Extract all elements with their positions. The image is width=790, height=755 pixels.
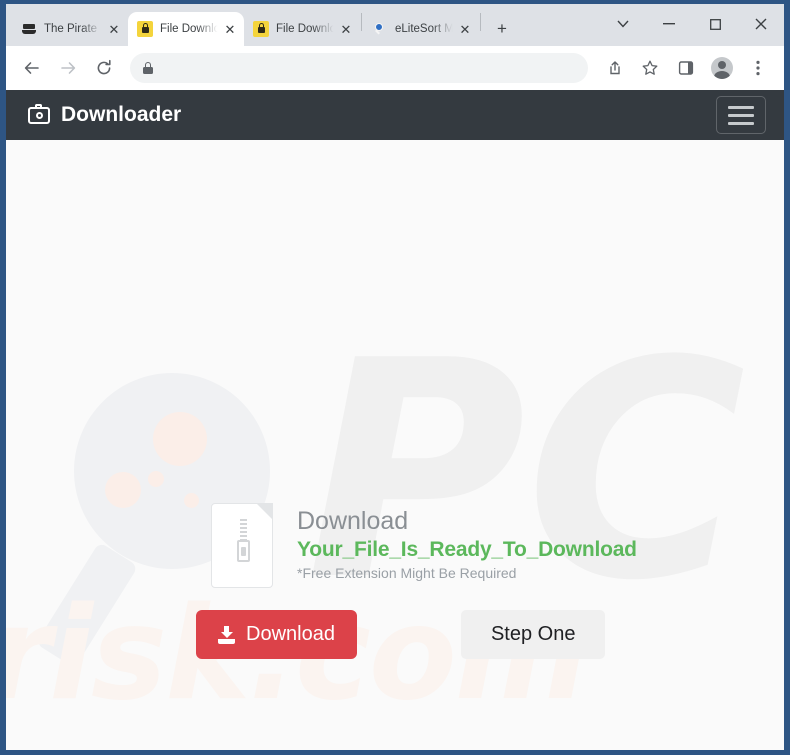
download-card-text: Download Your_File_Is_Ready_To_Download … xyxy=(297,507,637,584)
site-navbar: Downloader xyxy=(6,90,784,140)
site-brand[interactable]: Downloader xyxy=(28,103,181,127)
new-tab-button[interactable]: + xyxy=(488,15,516,43)
tab-close-icon[interactable]: ✕ xyxy=(457,21,473,37)
tab-the-pirate[interactable]: The Pirate ✕ xyxy=(12,12,128,46)
download-heading: Download xyxy=(297,507,409,536)
browser-window: The Pirate ✕ File Downlo ✕ File Downlo ✕… xyxy=(0,0,790,755)
tab-close-icon[interactable]: ✕ xyxy=(222,21,238,37)
watermark-magnifier-handle xyxy=(35,541,139,669)
tab-search-icon[interactable] xyxy=(600,7,646,41)
address-bar[interactable] xyxy=(130,53,588,83)
reload-icon[interactable] xyxy=(89,53,119,83)
tab-divider xyxy=(480,13,481,31)
zip-file-icon xyxy=(211,503,273,588)
download-card: Download Your_File_Is_Ready_To_Download … xyxy=(211,503,637,588)
navbar-toggler-button[interactable] xyxy=(716,96,766,134)
share-icon[interactable] xyxy=(599,53,629,83)
download-note: *Free Extension Might Be Required xyxy=(297,565,517,582)
bookmark-star-icon[interactable] xyxy=(635,53,665,83)
pirate-ship-icon xyxy=(21,21,37,37)
tab-title: File Downlo xyxy=(276,23,336,35)
action-buttons: Download Step One xyxy=(196,610,676,659)
download-filename: Your_File_Is_Ready_To_Download xyxy=(297,537,637,561)
watermark-dot xyxy=(148,471,164,487)
forward-icon[interactable] xyxy=(53,53,83,83)
window-controls xyxy=(600,4,784,44)
watermark-dot xyxy=(153,412,207,466)
hamburger-bar xyxy=(728,113,754,117)
watermark-dot xyxy=(184,493,199,508)
download-button[interactable]: Download xyxy=(196,610,357,659)
hamburger-bar xyxy=(728,121,754,125)
tab-title: File Downlo xyxy=(160,23,220,35)
hamburger-bar xyxy=(728,105,754,109)
tab-close-icon[interactable]: ✕ xyxy=(106,21,122,37)
lock-icon xyxy=(253,21,269,37)
download-arrow-icon xyxy=(218,625,235,644)
lock-icon xyxy=(137,21,153,37)
browser-toolbar xyxy=(6,46,784,90)
close-icon[interactable] xyxy=(738,7,784,41)
step-one-button[interactable]: Step One xyxy=(460,610,606,659)
tab-elitesort[interactable]: eLiteSort M ✕ xyxy=(363,12,479,46)
tab-file-download-2[interactable]: File Downlo ✕ xyxy=(244,12,360,46)
tab-divider xyxy=(361,13,362,31)
maximize-icon[interactable] xyxy=(692,7,738,41)
page-viewport: Downloader PC risk.com xyxy=(6,90,784,750)
search-icon xyxy=(372,21,388,37)
browser-menu-icon[interactable] xyxy=(743,53,773,83)
brand-name: Downloader xyxy=(61,103,182,126)
tab-file-download-active[interactable]: File Downlo ✕ xyxy=(128,12,244,46)
camera-icon xyxy=(28,103,50,124)
tab-strip: The Pirate ✕ File Downlo ✕ File Downlo ✕… xyxy=(6,4,784,46)
tab-title: The Pirate xyxy=(44,23,98,35)
watermark-dot xyxy=(105,472,141,508)
side-panel-icon[interactable] xyxy=(671,53,701,83)
tab-close-icon[interactable]: ✕ xyxy=(338,21,354,37)
download-button-label: Download xyxy=(246,623,335,645)
minimize-icon[interactable] xyxy=(646,7,692,41)
profile-icon[interactable] xyxy=(707,53,737,83)
tab-title: eLiteSort M xyxy=(395,23,454,35)
browser-window-inner: The Pirate ✕ File Downlo ✕ File Downlo ✕… xyxy=(6,4,784,750)
back-icon[interactable] xyxy=(17,53,47,83)
lock-icon xyxy=(142,61,154,75)
